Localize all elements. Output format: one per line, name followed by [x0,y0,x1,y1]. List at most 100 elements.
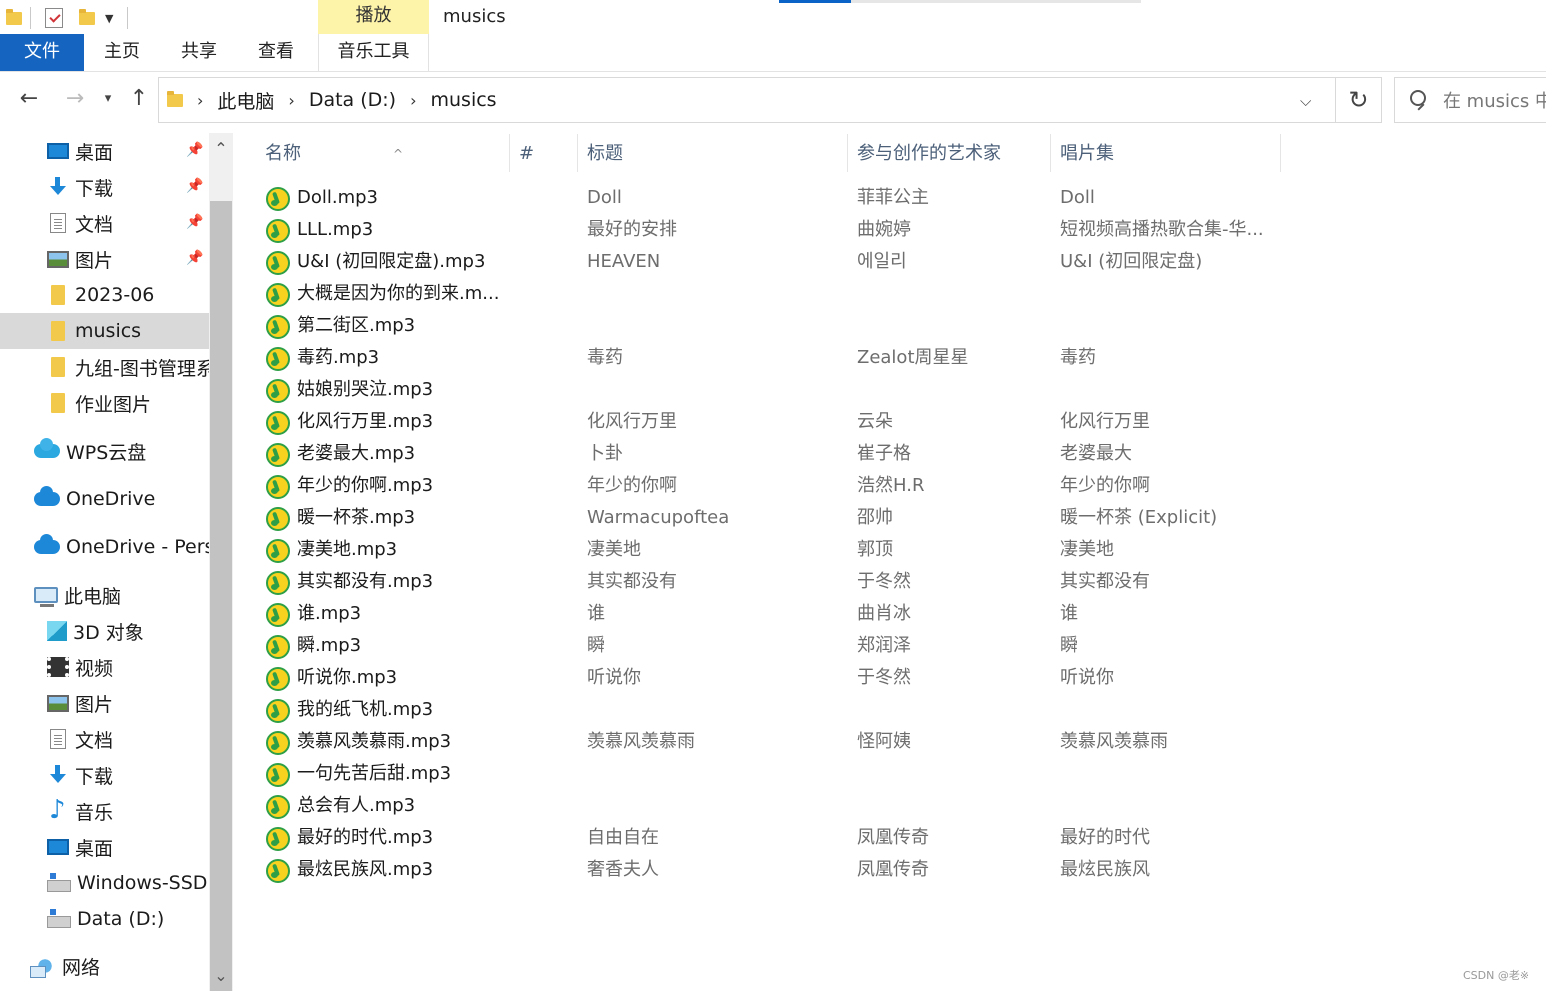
search-placeholder: 在 musics 中 [1442,91,1546,112]
file-row[interactable]: 年少的你啊.mp3 年少的你啊 浩然H.R 年少的你啊 [250,470,1280,502]
column-header-album[interactable]: 唱片集 [1060,142,1114,178]
tab-share[interactable]: 共享 [160,34,238,71]
column-divider[interactable] [509,134,510,172]
file-title: 奢香夫人 [587,859,659,880]
sidebar-item-label: 桌面 [75,141,114,164]
sidebar-item[interactable]: 图片 [0,685,209,721]
up-arrow-icon[interactable]: ↑ [124,84,154,116]
sidebar-item[interactable]: 九组-图书管理系 [0,349,209,385]
chevron-down-icon[interactable]: ⌵ [1300,92,1311,110]
sidebar-item[interactable]: OneDrive - Persc [0,529,209,565]
new-folder-icon[interactable] [79,8,95,25]
sidebar-item-label: musics [75,320,142,342]
refresh-icon[interactable]: ↻ [1336,77,1382,123]
file-artist: 曲肖冰 [857,603,911,624]
sidebar-item[interactable]: 视频 [0,649,209,685]
chevron-right-icon[interactable]: › [410,91,416,110]
file-row[interactable]: 一句先苦后甜.mp3 [250,758,1280,790]
pin-icon[interactable]: 📌 [186,142,203,158]
file-title: 瞬 [587,635,605,656]
sidebar-item[interactable]: 3D 对象 [0,613,209,649]
search-box[interactable]: 在 musics 中 [1394,77,1546,123]
properties-icon[interactable] [45,8,63,28]
breadcrumb-data-d[interactable]: Data (D:) [309,89,396,111]
tab-home[interactable]: 主页 [84,34,160,71]
file-title: 凄美地 [587,539,641,560]
file-row[interactable]: 其实都没有.mp3 其实都没有 于冬然 其实都没有 [250,566,1280,598]
file-row[interactable]: 最炫民族风.mp3 奢香夫人 凤凰传奇 最炫民族风 [250,854,1280,886]
sidebar-item[interactable]: 桌面 [0,829,209,865]
sidebar-item[interactable]: 下载 📌 [0,169,209,205]
file-row[interactable]: 谁.mp3 谁 曲肖冰 谁 [250,598,1280,630]
file-row[interactable]: 姑娘别哭泣.mp3 [250,374,1280,406]
chevron-right-icon[interactable]: › [197,91,203,110]
chevron-up-icon[interactable]: ⌃ [209,139,233,158]
column-divider[interactable] [577,134,578,172]
sidebar-item[interactable]: 下载 [0,757,209,793]
tab-file[interactable]: 文件 [0,34,84,71]
file-row[interactable]: Doll.mp3 Doll 菲菲公主 Doll [250,182,1280,214]
navigation-pane-scrollbar[interactable]: ⌃ ⌄ [209,133,233,991]
chevron-right-icon[interactable]: › [288,91,294,110]
column-divider[interactable] [847,134,848,172]
sidebar-item[interactable]: Data (D:) [0,901,209,937]
file-album [1060,310,1275,342]
pin-icon[interactable]: 📌 [186,178,203,194]
sidebar-item[interactable]: 音乐 [0,793,209,829]
mp3-file-icon [266,411,290,435]
tab-music-tools[interactable]: 音乐工具 [318,34,429,71]
sidebar-item[interactable]: musics [0,313,209,349]
sidebar-item[interactable]: Windows-SSD ( [0,865,209,901]
sidebar-item[interactable]: OneDrive [0,481,209,517]
sidebar-item-label: 网络 [62,956,101,979]
column-divider[interactable] [1050,134,1051,172]
file-name: U&I (初回限定盘).mp3 [297,251,486,272]
sidebar-item[interactable]: 图片 📌 [0,241,209,277]
address-bar[interactable]: › 此电脑 › Data (D:) › musics [158,77,1336,123]
pin-icon[interactable]: 📌 [186,250,203,266]
chevron-down-icon[interactable]: ⌄ [209,966,233,985]
file-row[interactable]: 毒药.mp3 毒药 Zealot周星星 毒药 [250,342,1280,374]
file-row[interactable]: 暖一杯茶.mp3 Warmacupoftea 邵帅 暖一杯茶 (Explicit) [250,502,1280,534]
sidebar-item[interactable]: 文档 📌 [0,205,209,241]
column-header-label: 名称 [265,143,301,164]
breadcrumb-musics[interactable]: musics [431,89,497,111]
title-bar: ▼ 播放 musics [0,0,1546,36]
pin-icon[interactable]: 📌 [186,214,203,230]
file-row[interactable]: 凄美地.mp3 凄美地 郭顶 凄美地 [250,534,1280,566]
file-row[interactable]: 最好的时代.mp3 自由自在 凤凰传奇 最好的时代 [250,822,1280,854]
file-row[interactable]: 总会有人.mp3 [250,790,1280,822]
recent-locations-chevron-icon[interactable]: ▾ [98,84,118,116]
file-row[interactable]: 听说你.mp3 听说你 于冬然 听说你 [250,662,1280,694]
file-artist: 崔子格 [857,443,911,464]
breadcrumb-this-pc[interactable]: 此电脑 [217,87,274,114]
column-header-title[interactable]: 标题 [587,142,623,178]
file-row[interactable]: 第二街区.mp3 [250,310,1280,342]
sidebar-item[interactable]: 网络 [0,948,209,984]
file-row[interactable]: LLL.mp3 最好的安排 曲婉婷 短视频高播热歌合集-华... [250,214,1280,246]
file-row[interactable]: 化风行万里.mp3 化风行万里 云朵 化风行万里 [250,406,1280,438]
scrollbar-thumb[interactable] [210,201,232,991]
column-header-artist[interactable]: 参与创作的艺术家 [857,142,1001,178]
sidebar-item[interactable]: 此电脑 [0,577,209,613]
file-row[interactable]: 大概是因为你的到来.m... [250,278,1280,310]
forward-arrow-icon[interactable]: → [58,84,92,116]
tab-view[interactable]: 查看 [238,34,314,71]
sidebar-item[interactable]: 文档 [0,721,209,757]
sidebar-item[interactable]: 作业图片 [0,385,209,421]
ribbon-tabs: 文件 主页 共享 查看 音乐工具 [0,34,1546,72]
column-divider[interactable] [1280,134,1281,172]
folder-icon[interactable] [6,8,22,25]
file-row[interactable]: 瞬.mp3 瞬 郑润泽 瞬 [250,630,1280,662]
sidebar-item[interactable]: 桌面 📌 [0,133,209,169]
column-header-number[interactable]: # [519,142,534,178]
chevron-down-icon[interactable]: ▼ [105,12,113,25]
back-arrow-icon[interactable]: ← [12,84,46,116]
file-row[interactable]: U&I (初回限定盘).mp3 HEAVEN 에일리 U&I (初回限定盘) [250,246,1280,278]
column-header-name[interactable]: ^ 名称 [265,142,403,178]
file-row[interactable]: 老婆最大.mp3 卜卦 崔子格 老婆最大 [250,438,1280,470]
sidebar-item[interactable]: WPS云盘 [0,433,209,469]
file-row[interactable]: 羡慕风羡慕雨.mp3 羡慕风羡慕雨 怪阿姨 羡慕风羡慕雨 [250,726,1280,758]
file-row[interactable]: 我的纸飞机.mp3 [250,694,1280,726]
sidebar-item[interactable]: 2023-06 [0,277,209,313]
